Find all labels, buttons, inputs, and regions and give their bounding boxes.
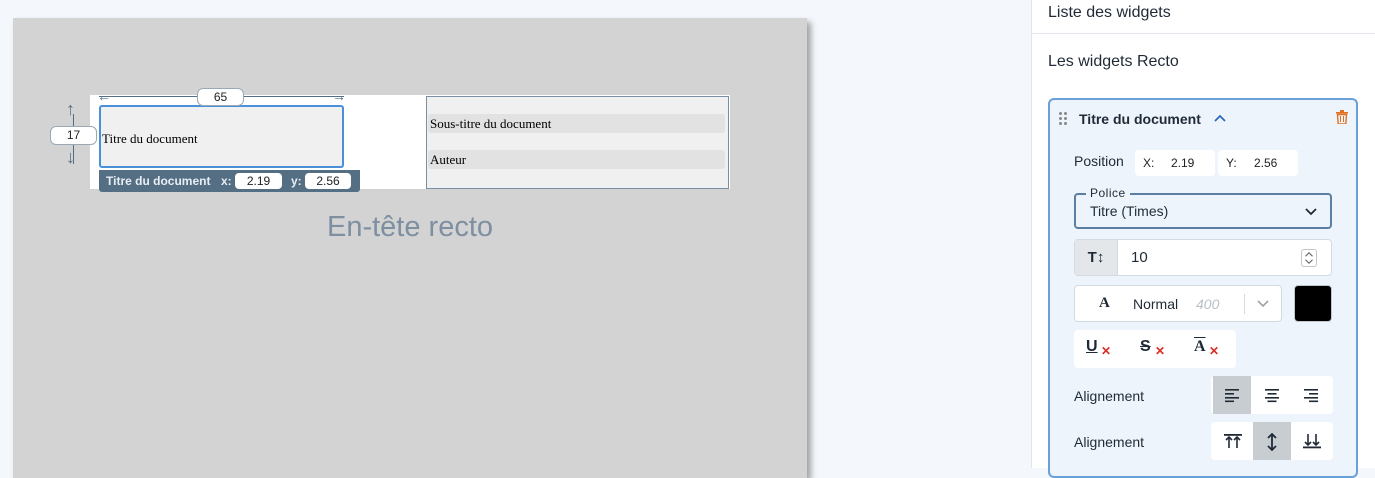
card-title: Titre du document <box>1079 111 1201 127</box>
document-canvas: Titre du document Sous-titre du document… <box>13 18 807 478</box>
chevron-up-icon[interactable] <box>1213 111 1227 125</box>
arrow-down-icon: ↓ <box>66 147 75 167</box>
position-bar-y-label: y: <box>291 174 302 188</box>
arrow-left-icon: ← <box>97 88 111 104</box>
drag-handle-icon[interactable] <box>1059 112 1067 125</box>
align-top-icon[interactable] <box>1213 422 1251 460</box>
vertical-align-group <box>1211 422 1333 460</box>
height-badge[interactable]: 17 <box>50 126 97 145</box>
position-bar-x-input[interactable]: 2.19 <box>235 173 282 189</box>
text-color-swatch[interactable] <box>1294 285 1332 322</box>
strikethrough-off-icon[interactable]: S ✕ <box>1138 338 1174 360</box>
overline-off-icon[interactable]: A ✕ <box>1192 338 1228 360</box>
horizontal-align-group <box>1211 376 1333 414</box>
title-widget-label: Titre du document <box>102 131 198 146</box>
align-middle-icon[interactable] <box>1253 422 1291 460</box>
position-x-label: X: <box>1143 156 1155 170</box>
vertical-align-label: Alignement <box>1074 434 1145 450</box>
font-size-value[interactable]: 10 <box>1131 249 1148 266</box>
align-right-icon[interactable] <box>1292 376 1330 414</box>
align-center-icon[interactable] <box>1253 376 1291 414</box>
panel-header-title: Liste des widgets <box>1048 4 1171 21</box>
chevron-down-icon <box>1305 208 1317 216</box>
align-bottom-icon[interactable] <box>1292 422 1330 460</box>
spinner-icon[interactable] <box>1301 249 1317 267</box>
arrow-up-icon: ↑ <box>66 99 75 119</box>
section-heading: En-tête recto <box>326 211 494 243</box>
font-legend: Police <box>1086 186 1130 200</box>
divider <box>1244 294 1245 314</box>
font-weight-name: Normal <box>1133 296 1179 312</box>
subtitle-widget[interactable]: Sous-titre du document <box>428 114 725 133</box>
font-select[interactable]: Police Titre (Times) <box>1074 186 1332 229</box>
panel-header: Liste des widgets <box>1032 0 1375 34</box>
subtitle-author-group[interactable]: Sous-titre du document Auteur <box>426 96 729 189</box>
position-bar-x-label: x: <box>221 174 232 188</box>
title-widget[interactable]: Titre du document <box>99 105 344 168</box>
position-bar-y-input[interactable]: 2.56 <box>305 173 351 189</box>
underline-off-icon[interactable]: U ✕ <box>1084 338 1120 360</box>
font-weight-value: 400 <box>1196 296 1220 312</box>
font-weight-icon: A <box>1099 295 1110 311</box>
align-left-icon[interactable] <box>1213 376 1251 414</box>
position-bar-name: Titre du document <box>106 174 211 188</box>
arrow-right-icon: → <box>332 88 346 104</box>
horizontal-align-label: Alignement <box>1074 388 1145 404</box>
author-widget[interactable]: Auteur <box>428 150 725 169</box>
font-size-field[interactable]: T↕ 10 <box>1074 239 1332 276</box>
recto-section-title: Les widgets Recto <box>1048 53 1179 70</box>
font-weight-select[interactable]: A Normal 400 <box>1074 285 1282 322</box>
widget-position-bar: Titre du document x: 2.19 y: 2.56 <box>99 170 360 192</box>
font-size-icon: T↕ <box>1075 240 1118 275</box>
font-select-value: Titre (Times) <box>1090 203 1169 219</box>
position-y-value: 2.56 <box>1254 156 1278 170</box>
trash-icon[interactable] <box>1336 110 1348 124</box>
chevron-down-icon <box>1257 300 1269 308</box>
width-badge[interactable]: 65 <box>197 88 244 106</box>
position-y-field[interactable]: Y: 2.56 <box>1218 150 1298 176</box>
position-x-field[interactable]: X: 2.19 <box>1135 150 1215 176</box>
widgets-panel: Liste des widgets Les widgets Recto Titr… <box>1031 0 1375 478</box>
position-x-value: 2.19 <box>1171 156 1195 170</box>
position-y-label: Y: <box>1226 156 1237 170</box>
text-decoration-group: U ✕ S ✕ A ✕ <box>1074 330 1236 368</box>
widget-card-title: Titre du document Position X: 2.19 Y: 2.… <box>1048 98 1358 478</box>
position-label: Position <box>1074 153 1124 169</box>
